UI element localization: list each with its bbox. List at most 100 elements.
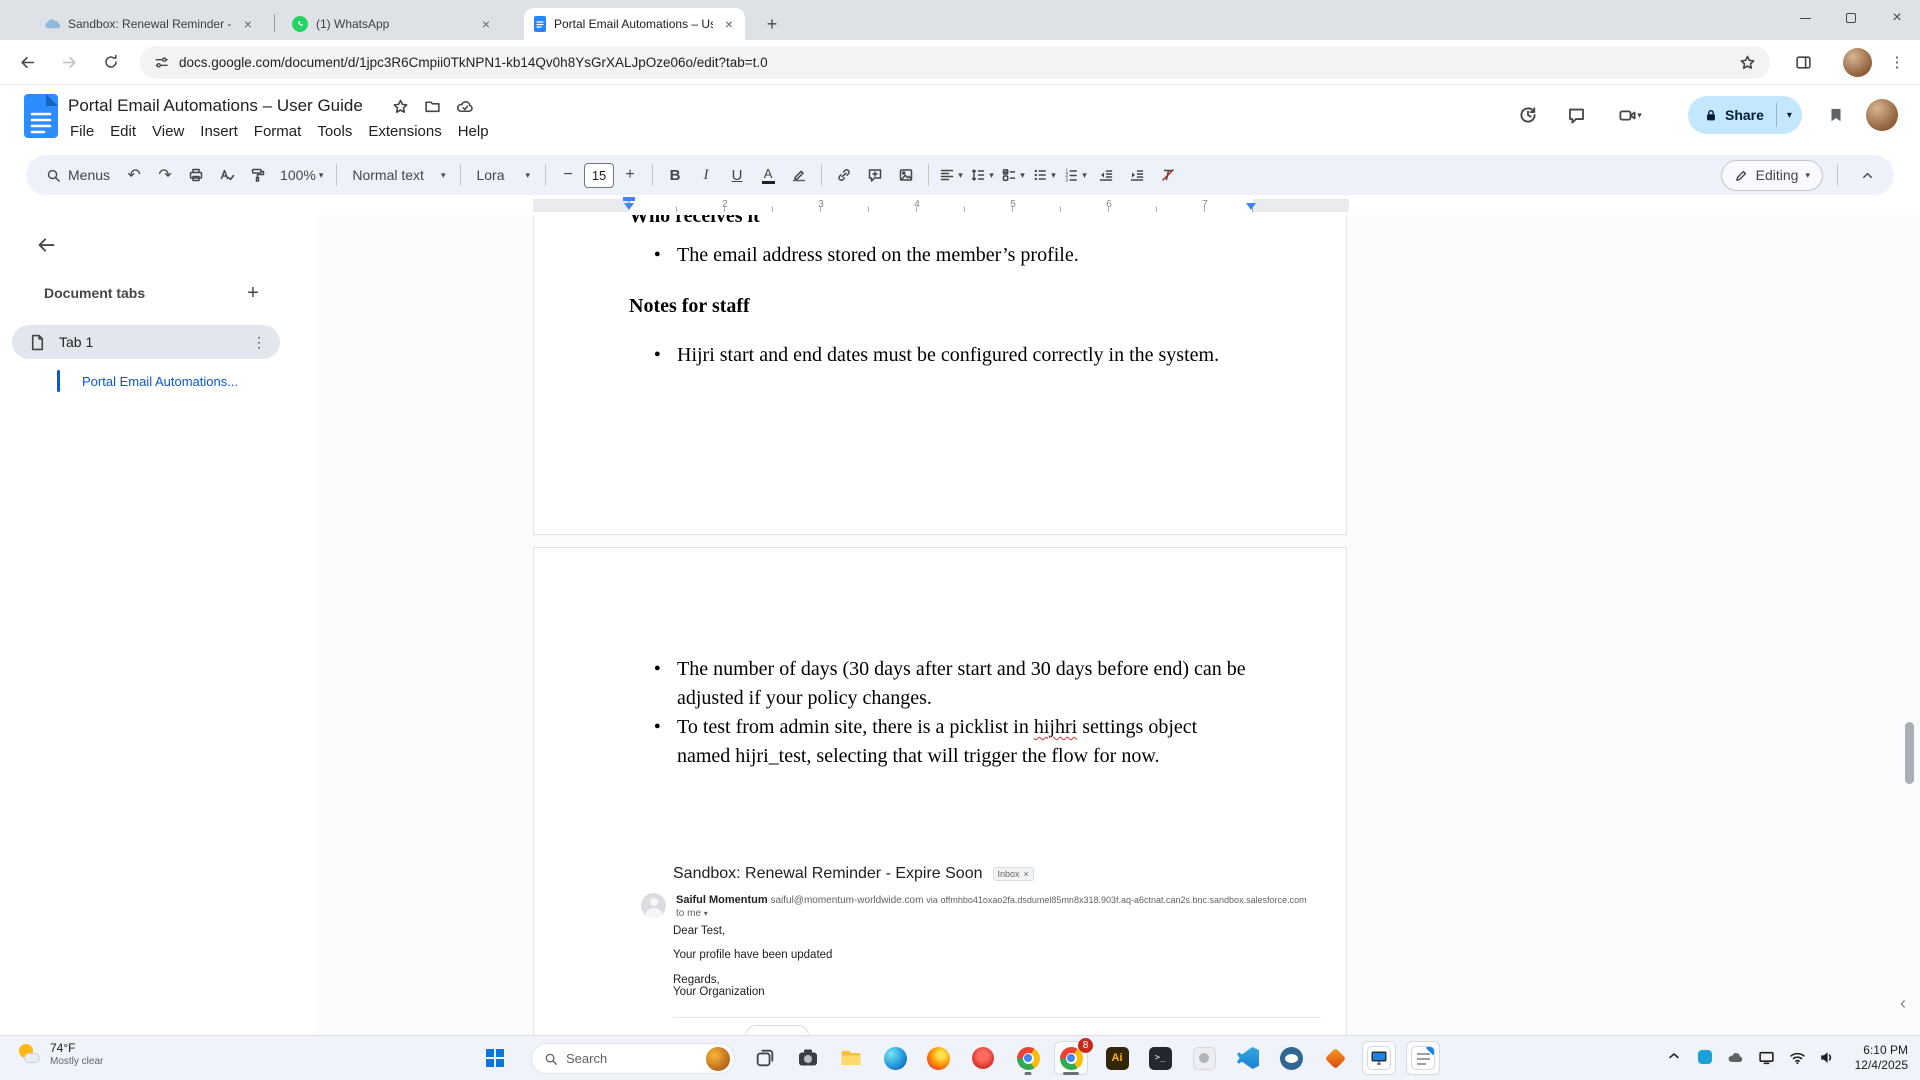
back-button[interactable] — [10, 45, 44, 79]
sidebar-back-button[interactable] — [28, 227, 64, 263]
weather-widget[interactable]: 74°F Mostly clear — [8, 1040, 111, 1070]
tray-chevron-up-button[interactable] — [1666, 1048, 1682, 1064]
version-history-button[interactable] — [1510, 97, 1546, 133]
taskbar-app-terminal[interactable]: >_ — [1143, 1041, 1177, 1075]
taskbar-app-notes[interactable] — [1406, 1041, 1440, 1075]
browser-tab-whatsapp[interactable]: (1) WhatsApp × — [282, 8, 502, 40]
bookmark-button[interactable] — [1818, 97, 1854, 133]
doc-bullet-number-of-days[interactable]: The number of days (30 days after start … — [677, 655, 1252, 713]
doc-heading-notes-for-staff[interactable]: Notes for staff — [629, 295, 750, 318]
doc-heading-who-receives-it[interactable]: Who receives it — [629, 215, 760, 228]
menu-tools[interactable]: Tools — [309, 121, 360, 142]
new-tab-button[interactable]: + — [758, 10, 786, 38]
omnibox[interactable]: docs.google.com/document/d/1jpc3R6Cmpii0… — [140, 46, 1770, 79]
taskbar-app-vscode[interactable] — [1231, 1041, 1265, 1075]
doc-scrollbar-thumb[interactable] — [1905, 722, 1914, 784]
doc-bullet-email-address[interactable]: The email address stored on the member’s… — [677, 241, 1252, 270]
window-minimize-button[interactable] — [1782, 0, 1828, 36]
taskbar-app-chrome-profile2[interactable]: 8 — [1054, 1041, 1088, 1075]
left-indent-marker[interactable] — [624, 203, 634, 210]
document-title[interactable]: Portal Email Automations – User Guide — [68, 96, 363, 116]
menu-edit[interactable]: Edit — [102, 121, 144, 142]
tray-display-icon[interactable] — [1758, 1049, 1775, 1066]
paragraph-style-select[interactable]: Normal text▾ — [344, 160, 453, 190]
tray-teal-app-icon[interactable] — [1698, 1050, 1712, 1064]
undo-button[interactable]: ↶ — [119, 160, 149, 190]
browser-tab-sandbox-email[interactable]: Sandbox: Renewal Reminder - E × — [34, 8, 264, 40]
print-button[interactable] — [181, 160, 211, 190]
document-page-2[interactable] — [533, 547, 1347, 1035]
insert-link-button[interactable] — [829, 160, 859, 190]
collapse-toolbar-button[interactable] — [1852, 160, 1882, 190]
share-dropdown[interactable]: ▾ — [1777, 110, 1802, 121]
browser-menu-button[interactable]: ⋮ — [1880, 45, 1914, 79]
taskbar-app-task-view[interactable] — [748, 1041, 782, 1075]
google-docs-logo[interactable] — [24, 94, 58, 138]
checklist-button[interactable]: ▾ — [998, 160, 1028, 190]
taskbar-app-camera[interactable] — [791, 1041, 825, 1075]
align-button[interactable]: ▾ — [936, 160, 966, 190]
side-panel-collapse-chevron[interactable]: ‹ — [1900, 993, 1906, 1014]
more-vertical-icon[interactable]: ⋮ — [252, 334, 266, 351]
add-tab-button[interactable]: + — [237, 277, 269, 309]
reload-button[interactable] — [94, 45, 128, 79]
menu-insert[interactable]: Insert — [192, 121, 246, 142]
spell-check-button[interactable] — [212, 160, 242, 190]
browser-profile-avatar[interactable] — [1843, 48, 1872, 77]
taskbar-app-firefox[interactable] — [921, 1041, 955, 1075]
tray-cloud-icon[interactable] — [1727, 1049, 1745, 1065]
tray-clock[interactable]: 6:10 PM 12/4/2025 — [1855, 1043, 1908, 1073]
insert-image-button[interactable] — [891, 160, 921, 190]
taskbar-app-gray[interactable] — [1187, 1041, 1221, 1075]
highlight-color-button[interactable] — [784, 160, 814, 190]
increase-indent-button[interactable] — [1122, 160, 1152, 190]
taskbar-app-illustrator[interactable]: Ai — [1100, 1041, 1134, 1075]
right-indent-marker[interactable] — [1246, 203, 1256, 210]
tray-volume-icon[interactable] — [1818, 1049, 1835, 1066]
star-icon[interactable] — [392, 98, 409, 115]
menu-view[interactable]: View — [144, 121, 192, 142]
menu-file[interactable]: File — [62, 121, 102, 142]
outline-item-portal[interactable]: Portal Email Automations... — [57, 369, 238, 393]
menus-search-button[interactable]: Menus — [38, 160, 118, 190]
font-size-input[interactable]: 15 — [584, 163, 614, 188]
taskbar-app-file-explorer[interactable] — [834, 1041, 868, 1075]
zoom-select[interactable]: 100%▾ — [274, 160, 329, 190]
account-avatar[interactable] — [1866, 99, 1898, 131]
taskbar-app-remote-desktop[interactable] — [1362, 1041, 1396, 1075]
tray-wifi-icon[interactable] — [1789, 1049, 1806, 1066]
text-color-button[interactable]: A — [753, 160, 783, 190]
window-maximize-button[interactable] — [1828, 0, 1874, 36]
window-close-button[interactable]: × — [1874, 0, 1920, 36]
clear-formatting-button[interactable] — [1153, 160, 1183, 190]
tab-item-tab1[interactable]: Tab 1 ⋮ — [12, 325, 280, 359]
tab-close-icon[interactable]: × — [721, 16, 737, 32]
menu-extensions[interactable]: Extensions — [360, 121, 449, 142]
menu-format[interactable]: Format — [246, 121, 310, 142]
paint-format-button[interactable] — [243, 160, 273, 190]
taskbar-app-chrome[interactable] — [1011, 1041, 1045, 1075]
taskbar-app-edge[interactable] — [878, 1041, 912, 1075]
bookmark-star-icon[interactable] — [1739, 54, 1756, 71]
bold-button[interactable]: B — [660, 160, 690, 190]
side-panel-button[interactable] — [1786, 45, 1820, 79]
add-comment-button[interactable] — [860, 160, 890, 190]
decrease-indent-button[interactable] — [1091, 160, 1121, 190]
taskbar-app-red-circle[interactable] — [966, 1041, 1000, 1075]
increase-font-size-button[interactable]: + — [615, 160, 645, 190]
forward-button[interactable] — [52, 45, 86, 79]
menu-help[interactable]: Help — [450, 121, 497, 142]
taskbar-app-pgadmin[interactable] — [1274, 1041, 1308, 1075]
comments-button[interactable] — [1558, 97, 1594, 133]
taskbar-search-box[interactable]: Search — [531, 1043, 735, 1074]
browser-tab-portal-doc[interactable]: Portal Email Automations – Use × — [524, 8, 745, 40]
numbered-list-button[interactable]: 123▾ — [1060, 160, 1090, 190]
first-line-indent-marker[interactable] — [623, 197, 635, 201]
editing-mode-button[interactable]: Editing ▾ — [1721, 160, 1823, 191]
italic-button[interactable]: I — [691, 160, 721, 190]
doc-bullet-hijri-dates[interactable]: Hijri start and end dates must be config… — [677, 341, 1252, 370]
doc-bullet-test-admin[interactable]: To test from admin site, there is a pick… — [677, 713, 1252, 771]
taskbar-app-diagram[interactable] — [1318, 1041, 1352, 1075]
tab-close-icon[interactable]: × — [240, 16, 256, 32]
redo-button[interactable]: ↷ — [150, 160, 180, 190]
